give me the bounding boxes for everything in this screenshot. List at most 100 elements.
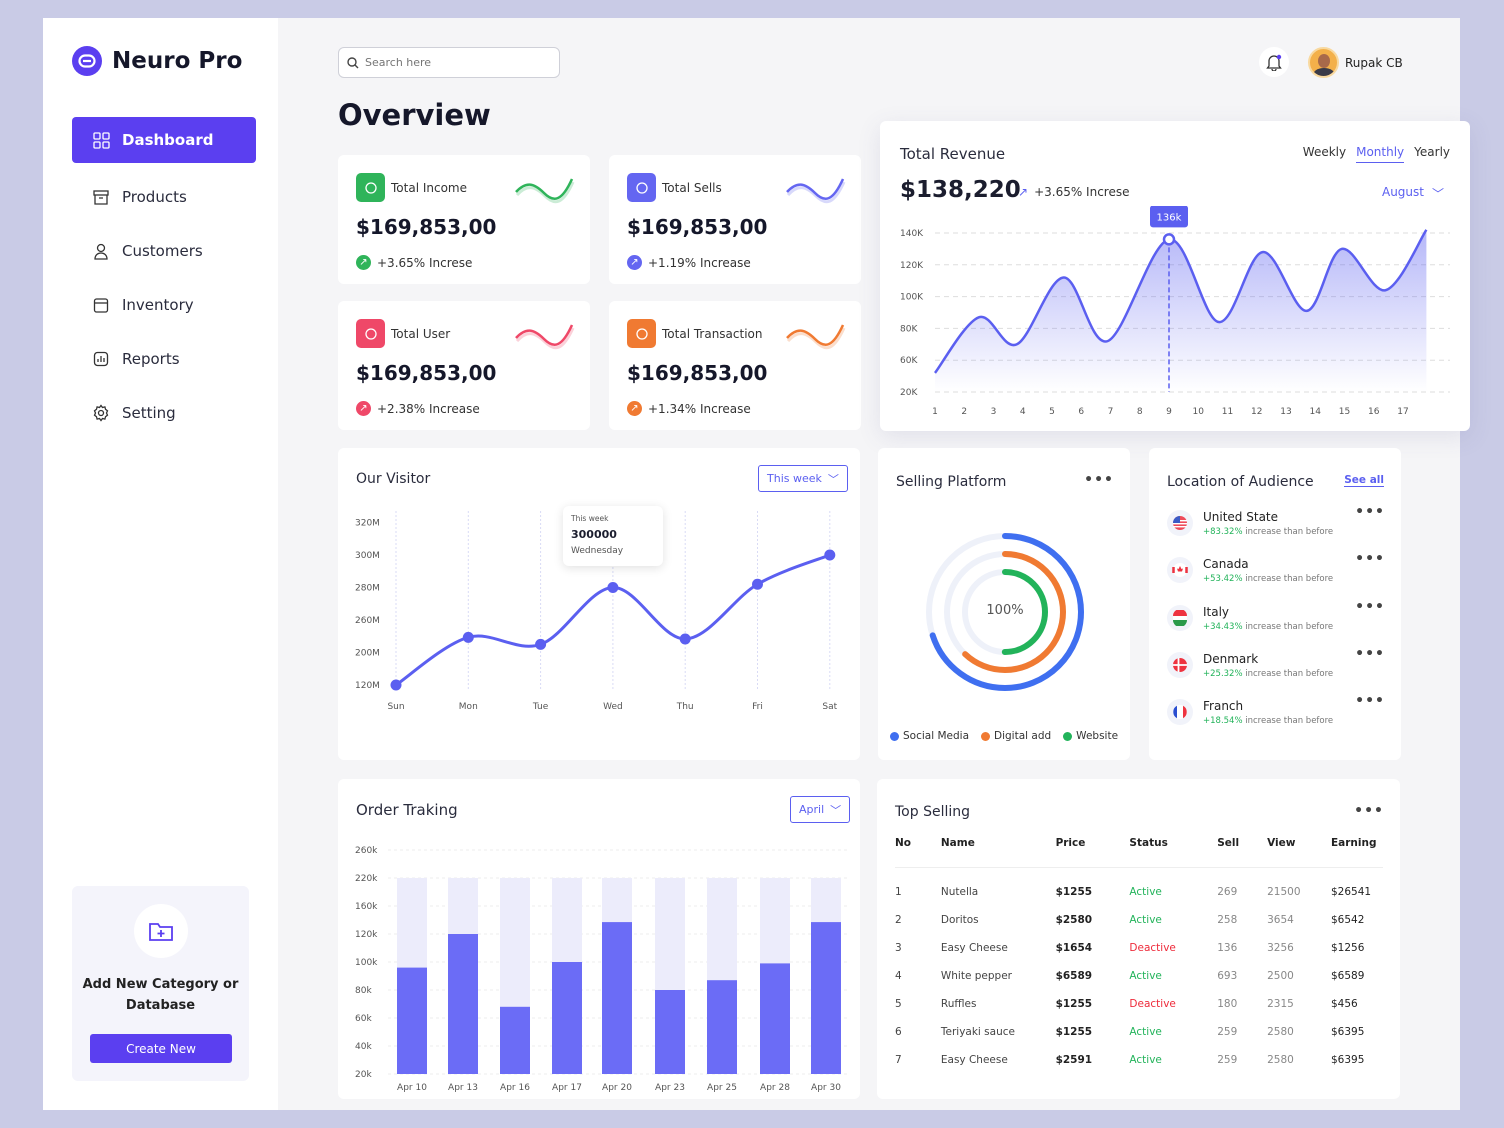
x-tick-label: Apr 20 [602, 1083, 632, 1093]
month-value: August [1381, 185, 1424, 199]
user-menu[interactable]: Rupak CB [1308, 47, 1403, 78]
cell-price: $2591 [1055, 1053, 1093, 1066]
total-revenue-card: Total Revenue $138,220 ↗ +3.65% Increse W… [880, 121, 1470, 431]
x-tick-label: 2 [961, 407, 967, 417]
tab-monthly[interactable]: Monthly [1356, 145, 1405, 163]
add-category-promo: Add New Category or Database Create New [72, 886, 249, 1081]
cell-name: Doritos [940, 913, 979, 926]
promo-title: Add New Category or Database [82, 977, 239, 1013]
user-name: Rupak CB [1345, 55, 1403, 70]
grid-icon [93, 132, 110, 149]
bar [552, 962, 582, 1074]
legend-item: Website [1063, 730, 1118, 742]
x-tick-label: 15 [1339, 407, 1350, 417]
notification-button[interactable] [1259, 47, 1289, 77]
column-header[interactable]: Name [940, 837, 1056, 868]
tab-weekly[interactable]: Weekly [1303, 145, 1346, 163]
column-header[interactable]: Sell [1217, 837, 1268, 868]
cell-price: $1255 [1055, 885, 1093, 898]
table-row[interactable]: 4 White pepper $6589 Active 693 2500 $6589 [895, 962, 1383, 990]
sidebar-item-customers[interactable]: Customers [72, 228, 256, 274]
arrow-up-right-icon: ↗ [627, 255, 642, 270]
create-new-button[interactable]: Create New [90, 1034, 232, 1063]
x-tick-label: 13 [1280, 407, 1291, 417]
box-icon [93, 298, 109, 313]
brand-logo[interactable]: Neuro Pro [72, 46, 242, 76]
change-suffix: increase than before [1245, 621, 1334, 632]
country-name: Canada [1203, 557, 1249, 572]
month-filter-dropdown[interactable]: April ﹀ [790, 796, 851, 823]
cell-view: 2315 [1267, 997, 1294, 1010]
selling-platform-card: Selling Platform ••• 100% Social Media Di… [878, 448, 1130, 760]
x-tick-label: Tue [532, 702, 549, 712]
stat-card-total-transaction: Total Transaction $169,853,00 ↗ +1.34% In… [609, 301, 861, 430]
more-options-icon[interactable]: ••• [1355, 693, 1385, 709]
sidebar-item-reports[interactable]: Reports [72, 336, 256, 382]
arrow-up-right-icon: ↗ [1018, 185, 1029, 199]
cell-status: Active [1129, 1053, 1162, 1066]
table-row[interactable]: 1 Nutella $1255 Active 269 21500 $26541 [895, 868, 1383, 906]
cell-name: White pepper [940, 969, 1012, 982]
cell-sell: 693 [1217, 969, 1238, 982]
more-options-icon[interactable]: ••• [1354, 803, 1384, 819]
x-tick-label: Sun [387, 702, 404, 712]
column-header[interactable]: Price [1055, 837, 1130, 868]
cell-view: 21500 [1267, 885, 1301, 898]
table-row[interactable]: 6 Teriyaki sauce $1255 Active 259 2580 $6395 [895, 1018, 1383, 1046]
see-all-link[interactable]: See all [1344, 474, 1384, 487]
column-header[interactable]: Status [1129, 837, 1218, 868]
location-item: Franch +18.54% increase than before [1167, 699, 1387, 726]
sidebar-item-label: Dashboard [122, 131, 214, 149]
visitor-point [679, 633, 691, 645]
location-card: Location of Audience See all United Stat… [1149, 448, 1401, 760]
y-tick-label: 80k [355, 986, 372, 996]
sidebar-item-dashboard[interactable]: Dashboard [72, 117, 256, 163]
table-row[interactable]: 7 Easy Cheese $2591 Active 259 2580 $6395 [895, 1046, 1383, 1074]
top-selling-card: Top Selling ••• No Name Price Status Sell Vie… [877, 779, 1400, 1099]
table-row[interactable]: 5 Ruffles $1255 Deactive 180 2315 $456 [895, 990, 1383, 1018]
x-tick-label: 1 [932, 407, 938, 417]
column-header[interactable]: Earning [1330, 837, 1383, 868]
cell-price: $1654 [1055, 941, 1093, 954]
search-input[interactable] [365, 56, 545, 69]
location-item: United State +83.32% increase than before [1167, 510, 1387, 537]
change-suffix: increase than before [1245, 668, 1334, 679]
search-box[interactable] [338, 47, 560, 78]
sidebar-item-products[interactable]: Products [72, 174, 256, 220]
x-tick-label: Apr 17 [552, 1083, 582, 1093]
table-row[interactable]: 2 Doritos $2580 Active 258 3654 $6542 [895, 906, 1383, 934]
bar [397, 967, 427, 1074]
cell-no: 5 [895, 997, 902, 1010]
more-options-icon[interactable]: ••• [1084, 472, 1114, 488]
table-row[interactable]: 3 Easy Cheese $1654 Deactive 136 3256 $1256 [895, 934, 1383, 962]
week-filter-dropdown[interactable]: This week ﹀ [758, 465, 848, 492]
sidebar-item-inventory[interactable]: Inventory [72, 282, 256, 328]
growth-chart-icon [627, 173, 656, 202]
user-icon [94, 243, 108, 260]
legend-item: Digital add [981, 730, 1051, 742]
country-change: +25.32% [1203, 668, 1243, 679]
cell-no: 6 [895, 1025, 902, 1038]
month-dropdown[interactable]: August ﹀ [1382, 185, 1444, 202]
visitor-point [824, 549, 836, 561]
it-flag-icon [1167, 604, 1193, 631]
x-tick-label: Apr 28 [760, 1083, 790, 1093]
x-tick-label: 12 [1251, 407, 1262, 417]
sidebar-item-label: Inventory [122, 296, 194, 314]
column-header[interactable]: No [895, 837, 941, 868]
cell-status: Deactive [1129, 997, 1176, 1010]
stat-value: $169,853,00 [627, 215, 768, 239]
cell-price: $1255 [1055, 997, 1093, 1010]
tab-yearly[interactable]: Yearly [1414, 145, 1450, 163]
cell-status: Active [1129, 969, 1162, 982]
x-tick-label: 4 [1020, 407, 1026, 417]
more-options-icon[interactable]: ••• [1355, 646, 1385, 662]
column-header[interactable]: View [1267, 837, 1331, 868]
y-tick-label: 320M [355, 519, 380, 529]
sidebar-item-setting[interactable]: Setting [72, 390, 256, 436]
more-options-icon[interactable]: ••• [1355, 599, 1385, 615]
brand-name: Neuro Pro [112, 48, 243, 74]
more-options-icon[interactable]: ••• [1355, 551, 1385, 567]
bell-icon [1266, 54, 1282, 71]
more-options-icon[interactable]: ••• [1355, 504, 1385, 520]
